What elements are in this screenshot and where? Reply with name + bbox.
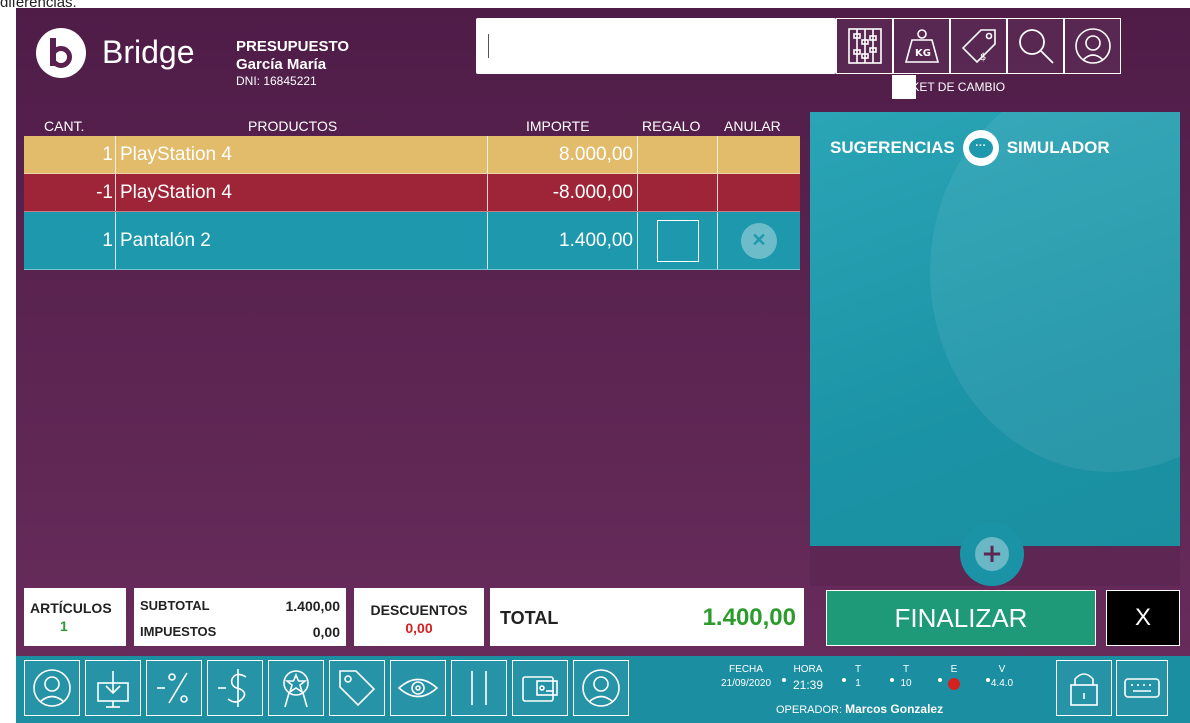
abacus-icon[interactable]: [836, 18, 893, 74]
descuentos-value: 0,00: [405, 620, 433, 636]
client-name: García María: [236, 56, 327, 73]
row-regalo-cell: [638, 136, 718, 173]
total-value: 1.400,00: [702, 604, 796, 631]
ticket-cambio-option[interactable]: TICKET DE CAMBIO: [892, 75, 1005, 99]
client-dni: DNI: 16845221: [236, 74, 317, 88]
descuentos-label: DESCUENTOS: [370, 602, 468, 618]
v-label: V: [998, 664, 1006, 675]
row-cant: 1: [24, 212, 116, 269]
agent-face-icon[interactable]: [573, 660, 629, 716]
operator-label: OPERADOR:: [776, 704, 843, 716]
text-cursor: [488, 34, 489, 58]
impuestos-label: IMPUESTOS: [140, 624, 217, 639]
drawer-icon[interactable]: [451, 660, 507, 716]
row-importe: 1.400,00: [488, 212, 638, 269]
table-row[interactable]: -1 PlayStation 4 -8.000,00: [24, 174, 800, 212]
row-producto: PlayStation 4: [116, 136, 488, 173]
close-icon: ✕: [751, 230, 767, 250]
percent-discount-icon[interactable]: [146, 660, 202, 716]
finalizar-button[interactable]: FINALIZAR: [826, 590, 1096, 646]
lock-icon[interactable]: [1056, 660, 1112, 716]
customer-icon[interactable]: [24, 660, 80, 716]
row-producto: PlayStation 4: [116, 174, 488, 211]
bottom-toolbar: FECHA 21/09/2020 HORA 21:39 T 1 T 10 E V…: [16, 656, 1190, 723]
header-anular: ANULAR: [724, 118, 781, 134]
row-regalo-cell: [638, 174, 718, 211]
descuentos-box: DESCUENTOS 0,00: [354, 588, 484, 646]
toolbar: KG $: [836, 18, 1121, 74]
simulador-label[interactable]: SIMULADOR: [1007, 138, 1110, 158]
keyboard-icon[interactable]: [1116, 660, 1168, 716]
header-importe: IMPORTE: [526, 118, 590, 134]
version-value: 4.4.0: [990, 678, 1014, 689]
wallet-card-icon[interactable]: [512, 660, 568, 716]
suggestions-panel: SUGERENCIAS ··· SIMULADOR: [810, 112, 1180, 582]
client-info: PRESUPUESTO García María DNI: 16845221: [236, 38, 349, 88]
eye-icon[interactable]: [390, 660, 446, 716]
chat-bubble-icon[interactable]: ···: [962, 130, 999, 166]
fecha-label: FECHA: [729, 664, 763, 675]
amount-discount-icon[interactable]: [207, 660, 263, 716]
regalo-checkbox[interactable]: [656, 219, 699, 262]
svg-text:KG: KG: [915, 48, 931, 59]
agent-face-icon[interactable]: [1064, 18, 1121, 74]
download-icon[interactable]: [85, 660, 141, 716]
header-productos: PRODUCTOS: [248, 118, 338, 134]
operator-name: Marcos Gonzalez: [845, 702, 944, 716]
table-row[interactable]: 1 Pantalón 2 1.400,00 ✕: [24, 212, 800, 270]
document-type: PRESUPUESTO: [236, 38, 350, 55]
subtotal-value: 1.400,00: [285, 598, 341, 614]
total-label: TOTAL: [500, 608, 559, 628]
svg-text:$: $: [980, 52, 986, 63]
panel-title: SUGERENCIAS ··· SIMULADOR: [830, 130, 1110, 166]
add-suggestion-button[interactable]: +: [960, 522, 1024, 586]
badge-star-icon[interactable]: [268, 660, 324, 716]
subtotal-box: SUBTOTAL 1.400,00 IMPUESTOS 0,00: [134, 588, 346, 646]
row-cant: 1: [24, 136, 116, 173]
row-producto: Pantalón 2: [116, 212, 488, 269]
header-regalo: REGALO: [642, 118, 701, 134]
pos-window: Bridge PRESUPUESTO García María DNI: 168…: [16, 8, 1190, 723]
t2-value: 10: [900, 678, 912, 689]
articulos-label: ARTÍCULOS: [30, 600, 112, 616]
row-importe: -8.000,00: [488, 174, 638, 211]
anular-button[interactable]: ✕: [741, 222, 777, 259]
fecha-value: 21/09/2020: [720, 678, 772, 689]
weight-kg-icon[interactable]: KG: [893, 18, 950, 74]
search-icon[interactable]: [1007, 18, 1064, 74]
close-button[interactable]: X: [1106, 590, 1180, 646]
row-anular-cell: [718, 174, 800, 211]
table-header: CANT. PRODUCTOS IMPORTE REGALO ANULAR: [24, 118, 800, 136]
subtotal-label: SUBTOTAL: [140, 598, 210, 613]
impuestos-value: 0,00: [312, 624, 340, 640]
row-regalo-cell: [638, 212, 718, 269]
tag-icon[interactable]: [329, 660, 385, 716]
row-anular-cell: ✕: [718, 212, 800, 269]
row-cant: -1: [24, 174, 116, 211]
articulos-value: 1: [60, 618, 68, 634]
row-importe: 8.000,00: [488, 136, 638, 173]
row-anular-cell: [718, 136, 800, 173]
panel-decoration: [930, 112, 1180, 472]
table-row[interactable]: 1 PlayStation 4 8.000,00: [24, 136, 800, 174]
operator-info: OPERADOR: Marcos Gonzalez: [776, 702, 943, 716]
ticket-cambio-checkbox[interactable]: [892, 75, 916, 99]
brand-name: Bridge: [102, 34, 195, 70]
status-indicator: [948, 678, 960, 690]
articulos-box: ARTÍCULOS 1: [24, 588, 126, 646]
price-tag-icon[interactable]: $: [950, 18, 1007, 74]
header-cant: CANT.: [44, 118, 85, 134]
bridge-logo: [36, 28, 86, 78]
sugerencias-label[interactable]: SUGERENCIAS: [830, 138, 955, 158]
total-box: TOTAL 1.400,00: [490, 588, 804, 646]
plus-icon: +: [975, 537, 1009, 571]
search-input[interactable]: [476, 18, 836, 74]
